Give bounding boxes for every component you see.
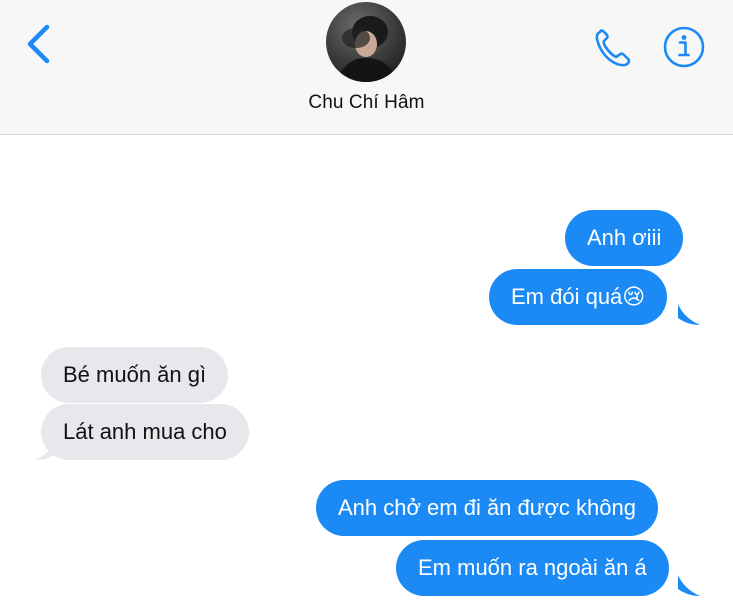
message-bubble-sent[interactable]: Em muốn ra ngoài ăn á: [396, 540, 669, 596]
info-button[interactable]: [660, 24, 706, 70]
message-bubble-received[interactable]: Lát anh mua cho: [41, 404, 249, 460]
message-bubble-sent[interactable]: Anh ơiii: [565, 210, 684, 266]
bubble-tail: [678, 304, 700, 325]
bubble-tail: [678, 575, 700, 596]
back-button[interactable]: [20, 22, 60, 66]
call-button[interactable]: [590, 24, 636, 70]
phone-icon: [595, 29, 631, 67]
contact-name[interactable]: Chu Chí Hâm: [0, 92, 733, 114]
conversation-header: Chu Chí Hâm: [0, 0, 733, 135]
message-bubble-sent[interactable]: Em đói quá😢: [489, 269, 668, 325]
contact-avatar[interactable]: [326, 2, 406, 82]
message-bubble-received[interactable]: Bé muốn ăn gì: [41, 347, 229, 403]
chevron-left-icon: [27, 24, 50, 64]
info-icon: [663, 26, 705, 68]
message-thread: Anh ơiii Em đói quá😢 Bé muốn ăn gì Lát a…: [0, 135, 733, 600]
message-bubble-sent[interactable]: Anh chở em đi ăn được không: [316, 480, 658, 536]
bubble-tail: [35, 439, 57, 460]
